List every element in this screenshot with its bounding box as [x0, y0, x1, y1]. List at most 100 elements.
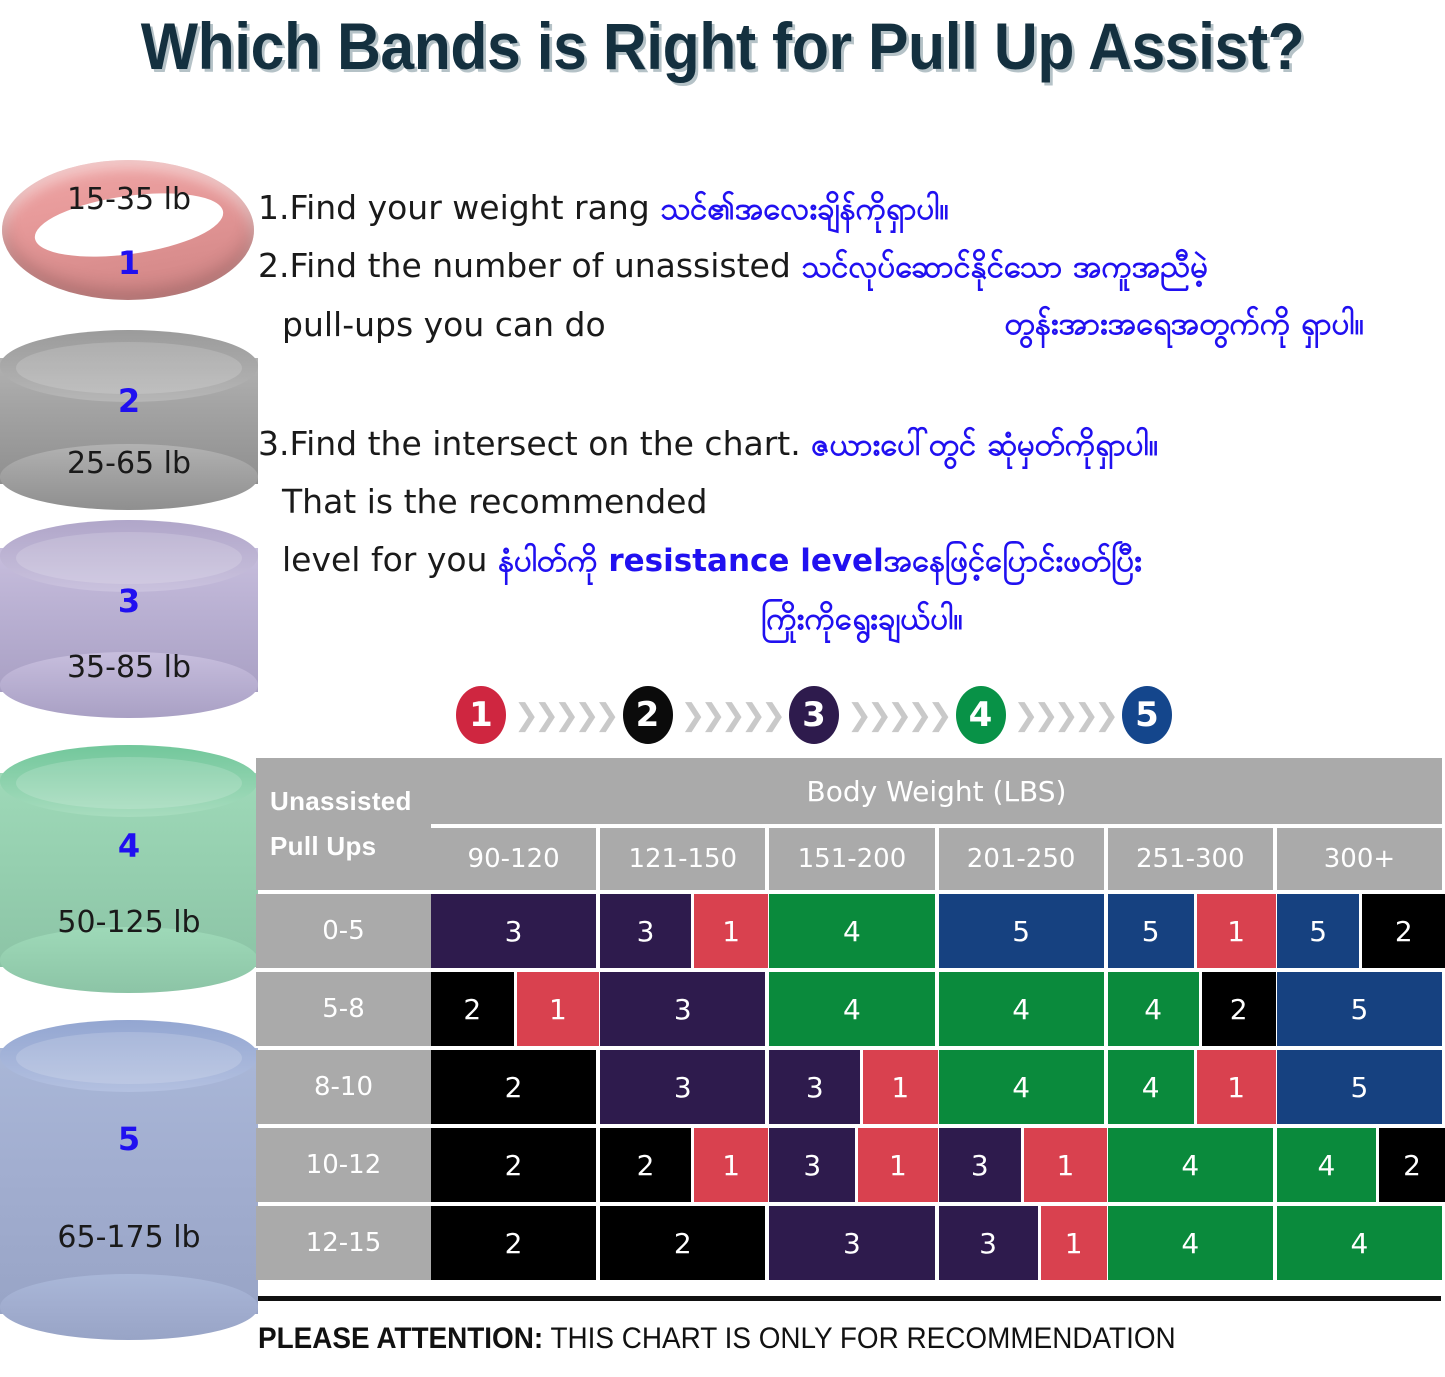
instruction-1-english: 1.Find your weight rang	[258, 188, 650, 227]
pullup-range-label: 5-8	[256, 972, 431, 1046]
chart-cell: 2	[431, 1206, 597, 1280]
body-weight-column-header: 151-200	[769, 828, 935, 890]
band-weight-label: 25-65 lb	[66, 446, 192, 481]
level-badge-label: 4	[968, 695, 993, 735]
band-level-segment: 4	[769, 894, 935, 968]
band-level-segment: 1	[1024, 1128, 1107, 1202]
level-badge-label: 1	[469, 695, 493, 735]
band-level-segment: 3	[600, 972, 766, 1046]
band-item-1: 15-35 lb 1	[0, 160, 258, 300]
band-level-segment: 2	[431, 1128, 597, 1202]
table-row: 0-5 3 3 1 4 5 5 1 5 2	[256, 894, 1445, 968]
chart-cell: 4	[769, 894, 935, 968]
band-level-segment: 1	[1040, 1206, 1107, 1280]
level-progression: 1 ❯❯❯❯❯ 2 ❯❯❯❯❯ 3 ❯❯❯❯❯ 4 ❯❯❯❯❯ 5	[456, 683, 1172, 747]
row-cells: 2213131442	[431, 1128, 1445, 1202]
band-level-segment: 4	[1276, 1206, 1443, 1280]
chevron-arrows-icon: ❯❯❯❯❯	[1013, 697, 1119, 733]
table-row: 5-8 2 1 3 4 4 4 2 5	[256, 972, 1443, 1046]
row-cells: 331455152	[431, 894, 1445, 968]
level-badge-1: 1	[456, 686, 506, 744]
band-level-segment: 2	[431, 1050, 597, 1124]
band-level-segment: 2	[600, 1128, 692, 1202]
chevron-arrows-icon: ❯❯❯❯❯	[846, 697, 953, 733]
band-level-segment: 1	[516, 972, 600, 1046]
blue-band-bottom	[0, 1274, 258, 1340]
instruction-4-burmese: ဇယားပေါ်တွင် ဆုံမှတ်ကိုရှာပါ။	[811, 427, 1159, 463]
instruction-line-3: pull-ups you can do တွန်းအားအရေအတွက်ကို …	[282, 295, 1442, 354]
instruction-line-4: 3.Find the intersect on the chart. ဇယားပ…	[258, 414, 1158, 475]
band-item-5: 5 65-175 lb	[0, 1020, 258, 1340]
pullup-range-label: 10-12	[256, 1128, 431, 1202]
level-badge-2: 2	[622, 686, 673, 744]
footer-note: PLEASE ATTENTION: THIS CHART IS ONLY FOR…	[258, 1322, 1360, 1356]
band-level-segment: 1	[858, 1128, 938, 1202]
band-level-segment: 2	[431, 1206, 597, 1280]
chart-cell: 4	[938, 972, 1104, 1046]
pullup-range-label: 8-10	[256, 1050, 431, 1124]
instruction-4-english: 3.Find the intersect on the chart.	[258, 424, 801, 463]
chevron-arrows-icon: ❯❯❯❯❯	[680, 697, 786, 733]
instruction-line-6: level for you နံပါတ်ကို resistance level…	[282, 530, 1442, 591]
instruction-line-7: ကြိုးကိုရွေးချယ်ပါ။	[282, 588, 1442, 649]
header-line-2: Pull Ups	[270, 831, 377, 861]
band-level-segment: 4	[1107, 1128, 1273, 1202]
instruction-3-english: pull-ups you can do	[282, 305, 606, 344]
band-number-label: 4	[117, 827, 141, 865]
instruction-6-burmese: နံပါတ်ကို resistance levelအနေဖြင့်ပြောင်…	[497, 543, 1142, 579]
band-level-segment: 4	[1107, 972, 1199, 1046]
band-item-4: 4 50-125 lb	[0, 745, 258, 993]
body-weight-column-header: 251-300	[1107, 828, 1273, 890]
chart-cell: 5	[1276, 1050, 1443, 1124]
chart-cell: 42	[1107, 972, 1276, 1046]
band-level-segment: 2	[600, 1206, 766, 1280]
band-level-segment: 3	[938, 1206, 1038, 1280]
band-level-segment: 5	[1276, 894, 1360, 968]
body-weight-title: Body Weight (LBS)	[431, 758, 1442, 824]
chart-cell: 4	[769, 972, 935, 1046]
instruction-5-english: That is the recommended	[282, 482, 708, 521]
blue-band-top	[0, 1020, 258, 1092]
band-level-segment: 3	[938, 1128, 1022, 1202]
chart-cell: 41	[1107, 1050, 1276, 1124]
band-number-label: 2	[117, 382, 141, 420]
band-level-segment: 4	[769, 972, 935, 1046]
chart-cell: 3	[600, 972, 766, 1046]
band-level-segment: 5	[938, 894, 1104, 968]
band-level-segment: 4	[938, 1050, 1104, 1124]
chart-cell: 31	[769, 1128, 938, 1202]
level-badge-4: 4	[955, 686, 1006, 744]
recommendation-chart: Unassisted Pull Ups Body Weight (LBS) 90…	[256, 758, 1445, 1284]
row-cells: 21344425	[431, 972, 1443, 1046]
band-level-segment: 1	[694, 1128, 769, 1202]
band-level-segment: 2	[1201, 972, 1276, 1046]
chart-cell: 2	[431, 1050, 597, 1124]
header-line-1: Unassisted	[270, 786, 412, 816]
level-badge-5: 5	[1122, 686, 1172, 744]
body-weight-column-header: 300+	[1276, 828, 1443, 890]
band-level-segment: 3	[431, 894, 597, 968]
level-badge-label: 2	[635, 695, 660, 735]
band-level-segment: 4	[1276, 1128, 1376, 1202]
footer-bold-label: PLEASE ATTENTION:	[258, 1322, 544, 1355]
band-level-segment: 5	[1276, 972, 1443, 1046]
row-cells: 23314415	[431, 1050, 1443, 1124]
instruction-1-burmese: သင်၏အလေးချိန်ကိုရှာပါ။	[660, 191, 949, 227]
chart-cell: 42	[1276, 1128, 1445, 1202]
band-level-segment: 4	[1107, 1206, 1273, 1280]
level-badge-label: 5	[1135, 695, 1159, 735]
band-level-segment: 1	[694, 894, 769, 968]
table-row: 10-12 2 2 1 3 1 3 1 4 4 2	[256, 1128, 1445, 1202]
band-level-segment: 5	[1276, 1050, 1443, 1124]
chart-cell: 31	[938, 1206, 1107, 1280]
chevron-arrows-icon: ❯❯❯❯❯	[513, 697, 620, 733]
instruction-2-burmese: သင်လုပ်ဆောင်နိုင်သော အကူအညီမဲ့	[801, 249, 1209, 285]
band-level-segment: 3	[769, 1206, 935, 1280]
band-number-label: 3	[117, 582, 141, 620]
band-level-segment: 3	[769, 1050, 861, 1124]
band-item-3: 3 35-85 lb	[0, 520, 258, 718]
band-number-label: 1	[117, 244, 141, 282]
band-weight-label: 50-125 lb	[57, 905, 201, 940]
band-illustrations: 15-35 lb 1 2 25-65 lb 3 35-85 lb 4 50-12…	[0, 140, 258, 1377]
chart-cell: 21	[431, 972, 600, 1046]
